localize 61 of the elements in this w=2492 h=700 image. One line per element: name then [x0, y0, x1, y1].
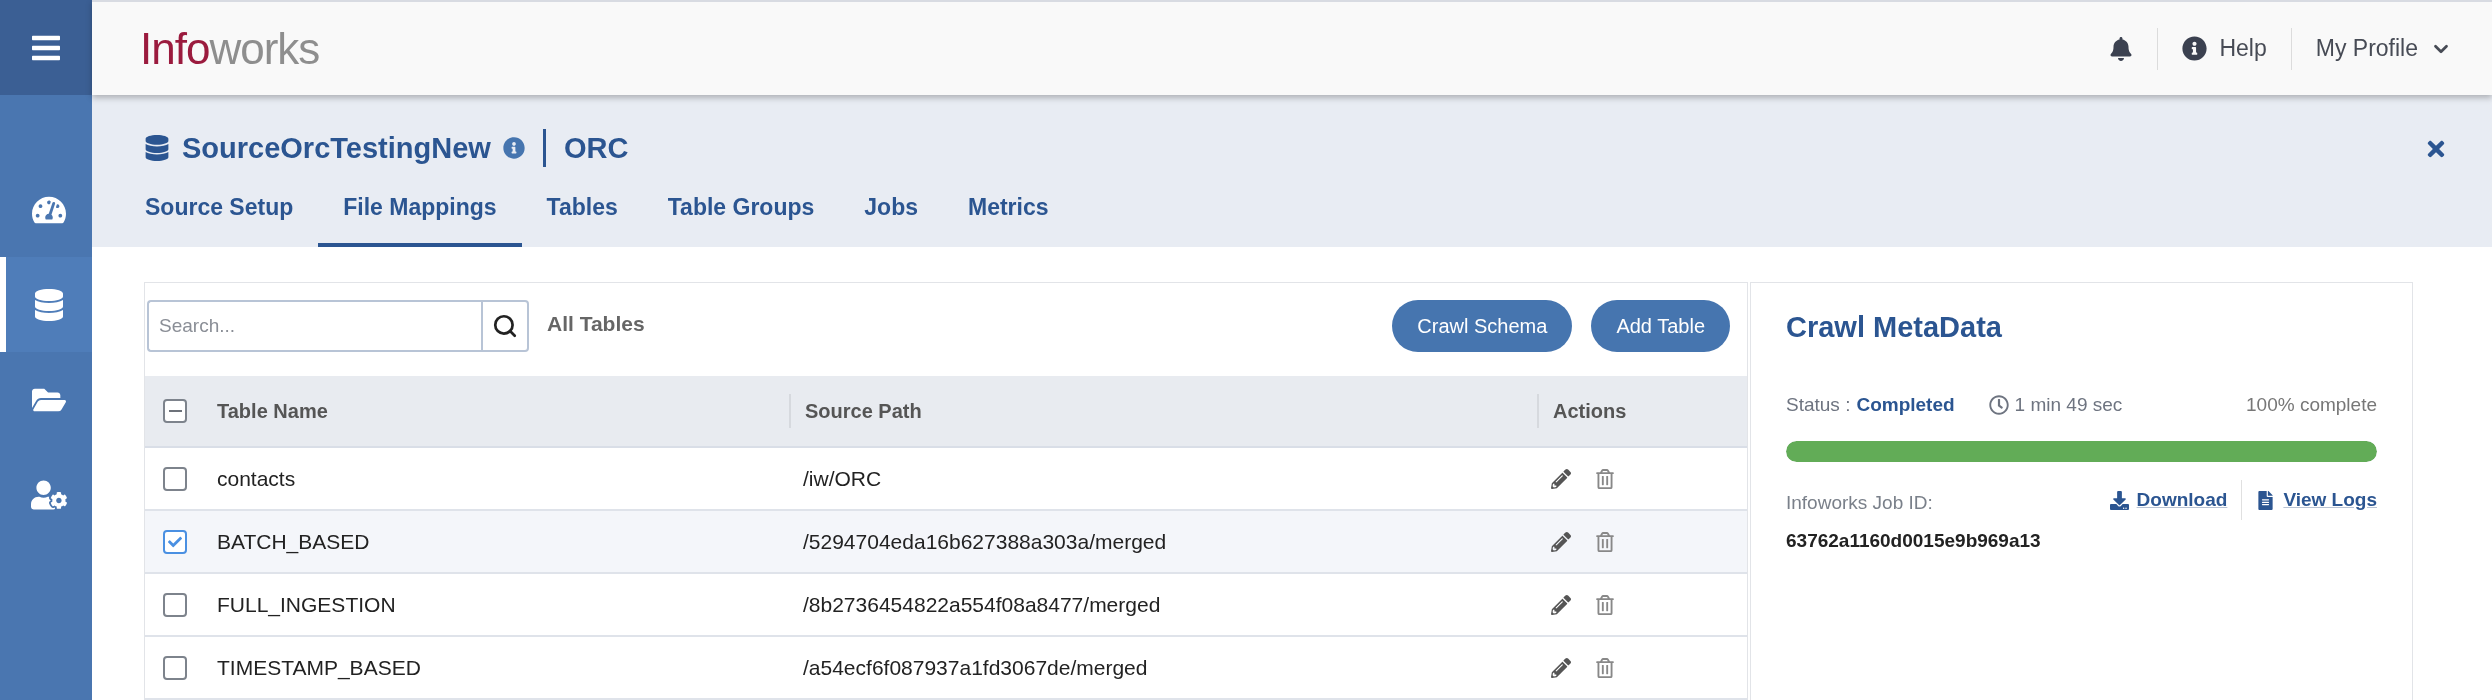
tab[interactable]: File Mappings [318, 180, 522, 247]
percent-text: 100% complete [2246, 394, 2377, 416]
action-button[interactable]: Add Table [1591, 300, 1730, 352]
delete-button[interactable] [1595, 468, 1615, 489]
status-label: Status : [1786, 394, 1851, 416]
table-cell: /5294704eda16b627388a303a/merged [803, 529, 1167, 554]
document-icon [2256, 490, 2276, 510]
row-checkbox[interactable] [163, 655, 187, 680]
status-value: Completed [1856, 394, 1955, 416]
edit-button[interactable] [1551, 468, 1571, 489]
tab[interactable]: Metrics [943, 180, 1074, 247]
delete-button[interactable] [1595, 594, 1615, 615]
profile-menu[interactable]: My Profile [2315, 35, 2452, 62]
delete-button[interactable] [1595, 657, 1615, 678]
search-field[interactable]: Search... [147, 300, 481, 352]
database-icon [33, 288, 65, 321]
sidebar-item[interactable] [0, 257, 92, 352]
clock-icon [1988, 395, 2009, 415]
edit-button[interactable] [1551, 531, 1571, 552]
job-id-label: Infoworks Job ID: [1786, 492, 1933, 514]
column-header: Table Name [217, 399, 328, 423]
search-button[interactable] [481, 300, 529, 352]
table-cell: FULL_INGESTION [217, 592, 396, 617]
table-cell: BATCH_BASED [217, 529, 370, 554]
tab[interactable]: Jobs [839, 180, 943, 247]
panel-title: Crawl MetaData [1786, 311, 2003, 344]
delete-button[interactable] [1595, 531, 1615, 552]
row-checkbox[interactable] [163, 529, 187, 554]
tab[interactable]: Table Groups [642, 180, 840, 247]
source-type: ORC [563, 131, 629, 165]
logo: Infoworks [140, 23, 320, 74]
tab[interactable]: Tables [521, 180, 643, 247]
notification-bell-icon[interactable] [2109, 36, 2134, 61]
help-link[interactable]: Help [2182, 35, 2267, 62]
edit-button[interactable] [1551, 657, 1571, 678]
table-cell: /8b2736454822a554f08a8477/merged [803, 592, 1161, 617]
row-checkbox[interactable] [163, 466, 187, 491]
edit-button[interactable] [1551, 594, 1571, 615]
column-header: Source Path [789, 394, 922, 428]
link[interactable]: Download [2109, 489, 2228, 511]
row-checkbox[interactable] [163, 592, 187, 617]
search-icon [492, 313, 518, 339]
source-name: SourceOrcTestingNew [182, 131, 491, 165]
menu-button[interactable] [0, 0, 92, 95]
filter-label: All Tables [547, 312, 645, 336]
download-icon [2109, 490, 2129, 510]
link[interactable]: View Logs [2256, 489, 2377, 511]
table-cell: /a54ecf6f087937a1fd3067de/merged [803, 655, 1148, 680]
checkmark-icon [168, 534, 182, 549]
job-id: 63762a1160d0015e9b969a13 [1786, 530, 2042, 552]
table-cell: TIMESTAMP_BASED [217, 655, 421, 680]
duration-text: 1 min 49 sec [2014, 394, 2123, 416]
info-icon [2182, 36, 2208, 61]
column-header: Actions [1537, 394, 1627, 428]
database-icon [144, 135, 170, 161]
action-button[interactable]: Crawl Schema [1392, 300, 1573, 352]
info-icon[interactable] [502, 137, 525, 159]
table-cell: contacts [217, 466, 296, 491]
select-all-checkbox[interactable] [163, 399, 187, 423]
table-cell: /iw/ORC [803, 466, 882, 491]
tab[interactable]: Source Setup [120, 180, 319, 247]
